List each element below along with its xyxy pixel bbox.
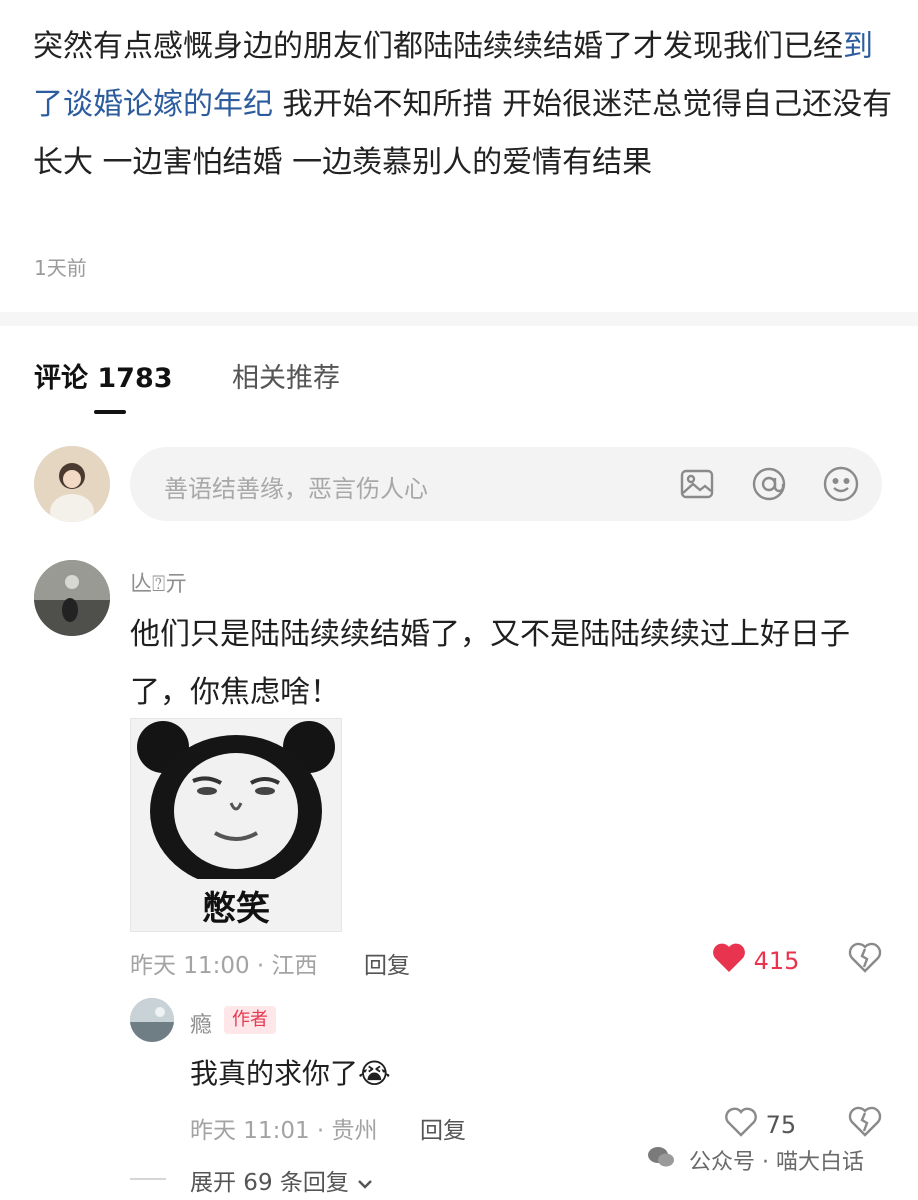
section-divider — [0, 312, 918, 326]
at-icon[interactable] — [750, 465, 788, 503]
post-time: 1天前 — [34, 256, 87, 280]
expand-replies-label: 展开 69 条回复 — [190, 1170, 349, 1196]
comment-input[interactable]: 善语结善缘，恶言伤人心 — [130, 447, 882, 521]
dislike-icon[interactable] — [848, 1105, 882, 1143]
watermark: 公众号 · 喵大白话 — [646, 1144, 864, 1176]
reply-time-location: 昨天 11:01 · 贵州 — [190, 1118, 378, 1144]
watermark-text: 公众号 · 喵大白话 — [689, 1150, 864, 1175]
author-badge: 作者 — [224, 1006, 276, 1034]
chevron-down-icon — [356, 1171, 374, 1197]
post-text: 突然有点感慨身边的朋友们都陆陆续续结婚了才发现我们已经到了谈婚论嫁的年纪 我开始… — [33, 18, 893, 192]
sticker-image[interactable]: 憋笑 — [130, 718, 342, 932]
comment-input-placeholder: 善语结善缘，恶言伤人心 — [164, 475, 428, 503]
commenter-username[interactable]: 亾⍰亓 — [130, 566, 187, 598]
like-button[interactable]: 75 — [724, 1106, 796, 1144]
like-button[interactable]: 415 — [712, 942, 799, 980]
reply-button[interactable]: 回复 — [364, 946, 410, 980]
current-user-avatar[interactable] — [34, 446, 110, 522]
expand-divider — [130, 1178, 166, 1180]
like-count: 415 — [753, 947, 800, 975]
author-avatar[interactable] — [130, 998, 174, 1042]
tab-comments[interactable]: 评论 1783 — [34, 356, 173, 395]
wechat-icon — [646, 1144, 676, 1176]
reply-text: 我真的求你了😭 — [190, 1057, 391, 1090]
emoji-icon[interactable] — [822, 465, 860, 503]
comment-time-location: 昨天 11:00 · 江西 — [130, 953, 318, 979]
reply-button[interactable]: 回复 — [420, 1111, 466, 1145]
expand-replies-button[interactable]: 展开 69 条回复 — [190, 1163, 374, 1197]
heart-outline-icon — [724, 1106, 758, 1144]
comment-text: 他们只是陆陆续续结婚了，又不是陆陆续续过上好日子了，你焦虑啥！ — [130, 617, 850, 710]
post-text-part1: 突然有点感慨身边的朋友们都陆陆续续结婚了才发现我们已经 — [33, 29, 843, 64]
tab-related[interactable]: 相关推荐 — [232, 356, 340, 395]
heart-filled-icon — [712, 942, 746, 980]
dislike-icon[interactable] — [848, 941, 882, 979]
image-icon[interactable] — [678, 465, 716, 503]
sticker-caption: 憋笑 — [202, 889, 270, 929]
like-count: 75 — [765, 1111, 797, 1139]
author-username[interactable]: 瘾 — [190, 1007, 212, 1039]
commenter-avatar[interactable] — [34, 560, 110, 636]
active-tab-indicator — [94, 410, 126, 414]
